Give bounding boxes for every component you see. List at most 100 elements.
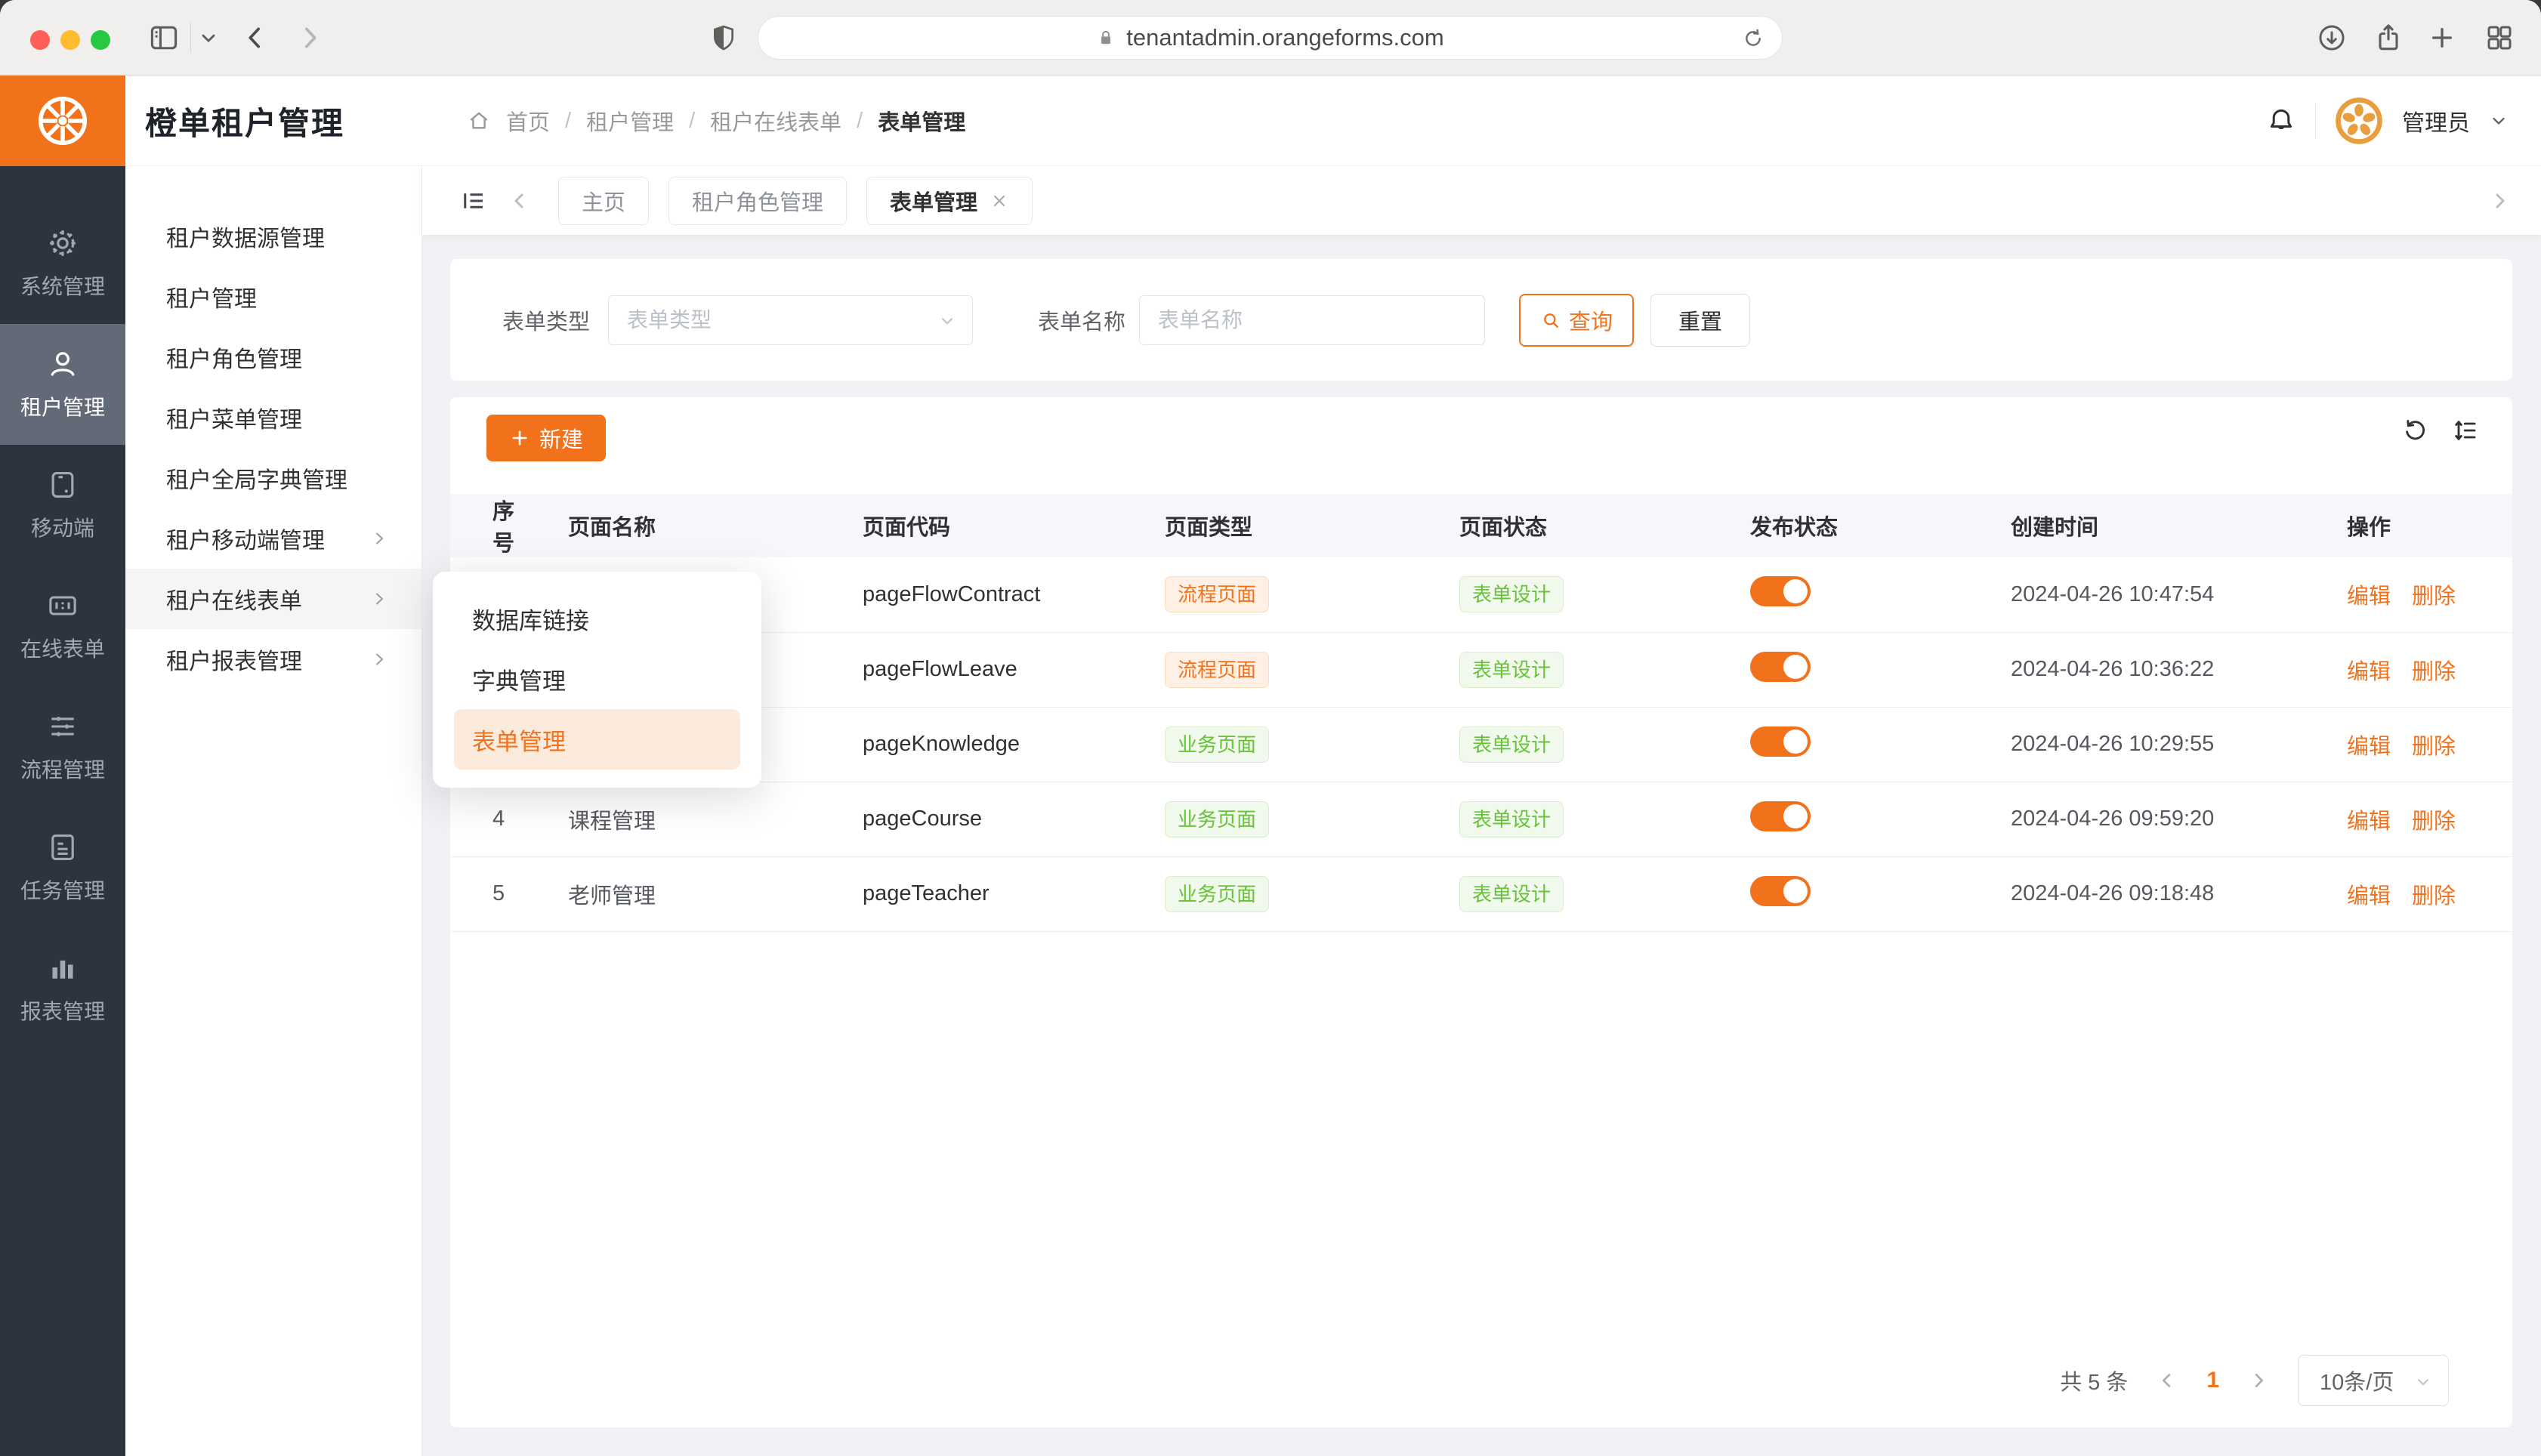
breadcrumb-separator: / [857,109,863,134]
sidebar-item-datasource[interactable]: 租户数据源管理 [125,206,421,267]
user-menu-chevron-icon[interactable] [2488,110,2509,131]
edit-link[interactable]: 编辑 [2347,585,2391,609]
new-tab-icon[interactable] [2426,0,2458,76]
user-icon [46,347,79,381]
breadcrumb: 首页 / 租户管理 / 租户在线表单 / 表单管理 [467,76,965,166]
browser-window: tenantadmin.orangeforms.com [0,0,2541,1456]
plus-icon [509,427,530,449]
tabs-scroll-left-icon[interactable] [508,190,531,212]
page-size-select[interactable]: 10条/页 [2298,1355,2449,1406]
forward-button[interactable] [295,0,325,76]
page-number[interactable]: 1 [2206,1368,2219,1393]
downloads-icon[interactable] [2316,0,2348,76]
rail-item-system[interactable]: 系统管理 [0,203,125,324]
form-type-label: 表单类型 [502,304,590,336]
publish-toggle[interactable] [1750,576,1811,606]
edit-link[interactable]: 编辑 [2347,810,2391,834]
rail-item-flow[interactable]: 流程管理 [0,686,125,807]
close-window-button[interactable] [30,30,50,50]
flyout-item-dict-management[interactable]: 字典管理 [454,649,740,709]
search-button[interactable]: 查询 [1519,294,1634,347]
col-seq: 序号 [450,494,526,557]
rail-item-task[interactable]: 任务管理 [0,807,125,928]
edit-link[interactable]: 编辑 [2347,884,2391,908]
tab-home[interactable]: 主页 [558,177,649,225]
rail-item-tenant[interactable]: 租户管理 [0,324,125,445]
publish-toggle[interactable] [1750,652,1811,682]
shield-icon[interactable] [709,0,739,76]
delete-link[interactable]: 删除 [2412,735,2456,759]
sidebar-toggle-icon[interactable] [147,0,181,76]
publish-toggle[interactable] [1750,876,1811,906]
address-bar[interactable]: tenantadmin.orangeforms.com [758,16,1783,60]
rail-item-report[interactable]: 报表管理 [0,928,125,1049]
notification-bell-icon[interactable] [2265,105,2297,137]
refresh-icon[interactable] [2402,417,2429,444]
page-type-tag: 流程页面 [1165,652,1269,688]
tabs-scroll-right-icon[interactable] [2488,190,2511,212]
sidebar-item-report-mgmt[interactable]: 租户报表管理 [125,629,421,689]
app-header: 橙单租户管理 首页 / 租户管理 / 租户在线表单 / 表单管理 [0,76,2541,166]
delete-link[interactable]: 删除 [2412,810,2456,834]
pagination: 共 5 条 1 10条/页 [2060,1355,2449,1406]
rail-item-mobile[interactable]: 移动端 [0,445,125,566]
row-density-icon[interactable] [2452,417,2479,444]
back-button[interactable] [240,0,270,76]
page-type-tag: 业务页面 [1165,876,1269,912]
zoom-window-button[interactable] [91,30,110,50]
sidebar-item-online-form[interactable]: 租户在线表单 [125,569,421,629]
sidebar-item-mobile-mgmt[interactable]: 租户移动端管理 [125,508,421,569]
form-type-select[interactable] [608,295,973,345]
tab-list-icon[interactable] [460,187,487,214]
chrome-divider [190,23,191,53]
page-title: 橙单租户管理 [145,76,344,166]
publish-toggle[interactable] [1750,726,1811,757]
close-tab-icon[interactable] [990,191,1009,211]
browser-chrome: tenantadmin.orangeforms.com [0,0,2541,76]
tab-form-management[interactable]: 表单管理 [866,177,1033,225]
traffic-lights [30,30,110,50]
flyout-item-database-link[interactable]: 数据库链接 [454,588,740,649]
page-status-tag: 表单设计 [1459,876,1564,912]
chevron-right-icon [370,590,388,608]
tab-tenant-role[interactable]: 租户角色管理 [668,177,847,225]
edit-link[interactable]: 编辑 [2347,735,2391,759]
mobile-icon [46,468,79,501]
chevron-down-icon[interactable] [198,0,219,76]
delete-link[interactable]: 删除 [2412,884,2456,908]
delete-link[interactable]: 删除 [2412,585,2456,609]
table-row: 5 老师管理 pageTeacher 业务页面 表单设计 2024-04-26 … [450,856,2512,931]
page-type-tag: 流程页面 [1165,576,1269,612]
breadcrumb-item[interactable]: 租户在线表单 [710,105,841,137]
table-panel: 新建 序号 页面名称 页面代码 [450,397,2512,1427]
app-logo[interactable] [0,76,125,166]
tab-overview-icon[interactable] [2484,0,2515,76]
share-icon[interactable] [2372,0,2405,76]
breadcrumb-separator: / [689,109,695,134]
delete-link[interactable]: 删除 [2412,660,2456,684]
sidebar-item-role[interactable]: 租户角色管理 [125,327,421,387]
tab-bar: 主页 租户角色管理 表单管理 [422,166,2541,235]
new-button[interactable]: 新建 [486,415,606,461]
reload-icon[interactable] [1741,26,1765,51]
breadcrumb-separator: / [565,109,571,134]
edit-link[interactable]: 编辑 [2347,660,2391,684]
breadcrumb-item[interactable]: 租户管理 [586,105,674,137]
flyout-item-form-management[interactable]: 表单管理 [454,709,740,770]
sidebar-item-menu[interactable]: 租户菜单管理 [125,387,421,448]
sidebar-item-tenant[interactable]: 租户管理 [125,267,421,327]
col-publish-status: 发布状态 [1708,494,1968,557]
prev-page-icon[interactable] [2157,1370,2178,1391]
avatar[interactable] [2334,96,2384,146]
user-name[interactable]: 管理员 [2402,104,2470,137]
header-divider [2315,103,2316,138]
breadcrumb-item[interactable]: 首页 [506,105,550,137]
minimize-window-button[interactable] [60,30,80,50]
sidebar-item-dict[interactable]: 租户全局字典管理 [125,448,421,508]
next-page-icon[interactable] [2248,1370,2269,1391]
rail-item-online-form[interactable]: 在线表单 [0,566,125,686]
publish-toggle[interactable] [1750,801,1811,831]
form-name-input[interactable] [1139,295,1485,345]
home-icon [467,109,491,133]
reset-button[interactable]: 重置 [1650,294,1750,347]
